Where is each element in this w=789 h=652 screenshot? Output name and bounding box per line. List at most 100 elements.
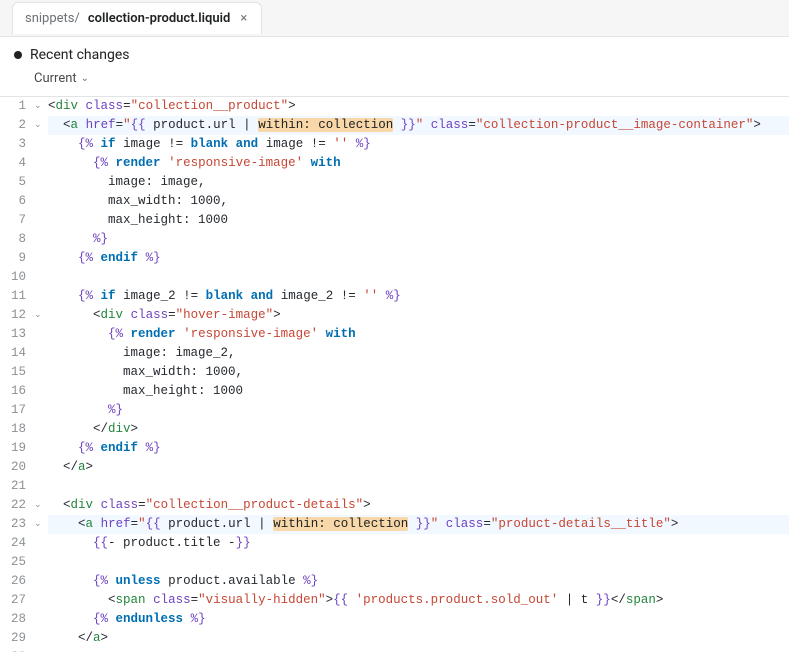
fold-spacer	[34, 173, 44, 192]
line-number: 18	[0, 420, 26, 439]
fold-spacer	[34, 572, 44, 591]
line-number: 11	[0, 287, 26, 306]
line-number-gutter: 1234567891011121314151617181920212223242…	[0, 97, 34, 652]
chevron-down-icon: ⌄	[81, 73, 89, 84]
code-line[interactable]: <span class="visually-hidden">{{ 'produc…	[48, 591, 789, 610]
line-number: 15	[0, 363, 26, 382]
fold-spacer	[34, 192, 44, 211]
code-line[interactable]: <a href="{{ product.url | within: collec…	[48, 515, 789, 534]
line-number: 21	[0, 477, 26, 496]
code-line[interactable]: image: image,	[48, 173, 789, 192]
code-line[interactable]	[48, 648, 789, 652]
fold-spacer	[34, 629, 44, 648]
fold-spacer	[34, 458, 44, 477]
code-line[interactable]: {% if image != blank and image != '' %}	[48, 135, 789, 154]
line-number: 30	[0, 648, 26, 652]
recent-changes-bar: Recent changes	[0, 36, 789, 67]
line-number: 5	[0, 173, 26, 192]
line-number: 16	[0, 382, 26, 401]
code-line[interactable]: %}	[48, 401, 789, 420]
code-line[interactable]	[48, 477, 789, 496]
recent-changes-label: Recent changes	[30, 47, 129, 63]
line-number: 4	[0, 154, 26, 173]
code-line[interactable]: <a href="{{ product.url | within: collec…	[48, 116, 789, 135]
file-tab[interactable]: snippets/collection-product.liquid ×	[12, 2, 262, 34]
code-line[interactable]: {% unless product.available %}	[48, 572, 789, 591]
code-line[interactable]: max_height: 1000	[48, 211, 789, 230]
code-line[interactable]: {% render 'responsive-image' with	[48, 154, 789, 173]
line-number: 8	[0, 230, 26, 249]
code-line[interactable]: %}	[48, 230, 789, 249]
fold-toggle-icon[interactable]: ⌄	[34, 515, 44, 534]
code-line[interactable]: max_width: 1000,	[48, 192, 789, 211]
code-line[interactable]: {% endif %}	[48, 439, 789, 458]
fold-toggle-icon[interactable]: ⌄	[34, 496, 44, 515]
line-number: 28	[0, 610, 26, 629]
fold-spacer	[34, 363, 44, 382]
fold-spacer	[34, 420, 44, 439]
line-number: 26	[0, 572, 26, 591]
line-number: 9	[0, 249, 26, 268]
line-number: 23	[0, 515, 26, 534]
line-number: 24	[0, 534, 26, 553]
line-number: 10	[0, 268, 26, 287]
fold-spacer	[34, 610, 44, 629]
line-number: 19	[0, 439, 26, 458]
code-line[interactable]	[48, 553, 789, 572]
fold-spacer	[34, 287, 44, 306]
version-selector[interactable]: Current ⌄	[0, 67, 789, 97]
line-number: 6	[0, 192, 26, 211]
fold-toggle-icon[interactable]: ⌄	[34, 97, 44, 116]
code-line[interactable]: {% if image_2 != blank and image_2 != ''…	[48, 287, 789, 306]
code-line[interactable]: {% render 'responsive-image' with	[48, 325, 789, 344]
fold-spacer	[34, 648, 44, 652]
line-number: 20	[0, 458, 26, 477]
fold-spacer	[34, 534, 44, 553]
unsaved-dot-icon	[14, 51, 22, 59]
fold-spacer	[34, 211, 44, 230]
code-line[interactable]: max_width: 1000,	[48, 363, 789, 382]
code-line[interactable]: {% endunless %}	[48, 610, 789, 629]
code-line[interactable]: {% endif %}	[48, 249, 789, 268]
fold-spacer	[34, 439, 44, 458]
line-number: 2	[0, 116, 26, 135]
fold-spacer	[34, 154, 44, 173]
fold-spacer	[34, 344, 44, 363]
code-line[interactable]: </div>	[48, 420, 789, 439]
fold-spacer	[34, 591, 44, 610]
code-line[interactable]: max_height: 1000	[48, 382, 789, 401]
code-line[interactable]: </a>	[48, 458, 789, 477]
code-editor[interactable]: 1234567891011121314151617181920212223242…	[0, 97, 789, 652]
fold-spacer	[34, 477, 44, 496]
code-line[interactable]: </a>	[48, 629, 789, 648]
version-label: Current	[34, 71, 77, 86]
fold-gutter[interactable]: ⌄⌄⌄⌄⌄	[34, 97, 44, 652]
tab-filename: collection-product.liquid	[88, 11, 230, 26]
fold-spacer	[34, 230, 44, 249]
line-number: 25	[0, 553, 26, 572]
fold-spacer	[34, 268, 44, 287]
code-content[interactable]: <div class="collection__product"> <a hre…	[44, 97, 789, 652]
tab-bar: snippets/collection-product.liquid ×	[0, 0, 789, 36]
close-icon[interactable]: ×	[238, 11, 249, 26]
fold-toggle-icon[interactable]: ⌄	[34, 306, 44, 325]
fold-spacer	[34, 553, 44, 572]
line-number: 3	[0, 135, 26, 154]
line-number: 12	[0, 306, 26, 325]
line-number: 17	[0, 401, 26, 420]
line-number: 29	[0, 629, 26, 648]
fold-toggle-icon[interactable]: ⌄	[34, 116, 44, 135]
code-line[interactable]: {{- product.title -}}	[48, 534, 789, 553]
fold-spacer	[34, 382, 44, 401]
tab-path-prefix: snippets/	[25, 11, 80, 26]
fold-spacer	[34, 325, 44, 344]
code-line[interactable]: <div class="collection__product">	[48, 97, 789, 116]
code-line[interactable]: <div class="hover-image">	[48, 306, 789, 325]
code-line[interactable]	[48, 268, 789, 287]
code-line[interactable]: image: image_2,	[48, 344, 789, 363]
code-line[interactable]: <div class="collection__product-details"…	[48, 496, 789, 515]
line-number: 22	[0, 496, 26, 515]
line-number: 7	[0, 211, 26, 230]
line-number: 1	[0, 97, 26, 116]
fold-spacer	[34, 401, 44, 420]
